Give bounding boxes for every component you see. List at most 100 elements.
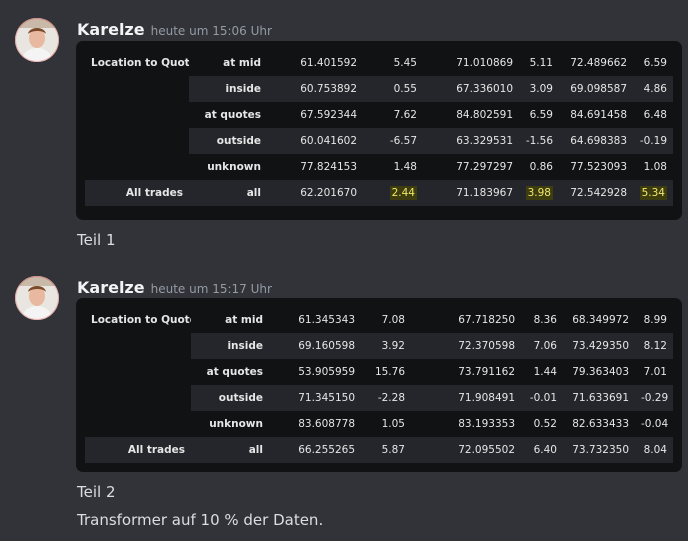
table-row: All trades all 62.201670 2.44 71.183967 … [85,180,673,206]
table-row: Location to Quote at mid 61.401592 5.45 … [85,50,673,76]
total-label: All trades [85,180,189,206]
cell: 53.905959 [298,366,355,378]
row-label: at mid [225,314,263,326]
row-label: outside [189,128,267,154]
row-label: outside [191,385,269,411]
row-label: inside [189,76,267,102]
table-row: at quotes 67.592344 7.62 84.802591 6.59 … [85,102,673,128]
cell: -0.29 [635,385,673,411]
row-label: at quotes [204,109,261,121]
avatar[interactable] [15,18,59,62]
row-label: unknown [207,161,261,173]
cell: 3.09 [519,76,559,102]
cell: 67.718250 [458,314,515,326]
cell: -0.19 [633,128,673,154]
message-header: Karelze heute um 15:06 Uhr [77,20,272,39]
cell: 0.86 [529,161,553,173]
cell: 4.86 [633,76,673,102]
cell: -0.01 [521,385,563,411]
row-label: unknown [209,418,263,430]
highlighted-value: 5.34 [639,186,667,200]
cell: 7.01 [643,366,667,378]
cell: 6.59 [643,57,667,69]
row-label: at mid [223,57,261,69]
cell: 8.04 [635,437,673,463]
cell: 84.691458 [570,109,627,121]
cell: 73.732350 [563,437,635,463]
highlighted-value: 2.44 [389,186,417,200]
row-label: all [189,180,267,206]
cell: 72.095502 [411,437,521,463]
cell: 72.542928 [559,180,633,206]
cell: 7.06 [521,333,563,359]
cell: 68.349972 [572,314,629,326]
cell: -6.57 [363,128,423,154]
cell: 82.633433 [572,418,629,430]
message-text: Teil 1 [77,231,116,249]
message-text: Transformer auf 10 % der Daten. [77,511,324,529]
cell: 66.255265 [269,437,361,463]
cell: -1.56 [519,128,559,154]
cell: 69.098587 [559,76,633,102]
cell: -2.28 [361,385,411,411]
cell: 0.52 [533,418,557,430]
group-label: Location to Quote [91,57,189,69]
table-image[interactable]: Location to Quote at mid 61.401592 5.45 … [76,41,682,220]
cell: 64.698383 [559,128,633,154]
cell: 61.345343 [298,314,355,326]
timestamp: heute um 15:17 Uhr [150,282,272,296]
avatar[interactable] [15,276,59,320]
cell: 8.99 [643,314,667,326]
username[interactable]: Karelze [77,20,145,39]
cell: 79.363403 [572,366,629,378]
cell: 62.201670 [267,180,363,206]
cell: 71.010869 [456,57,513,69]
cell: 8.12 [635,333,673,359]
message-text: Teil 2 [77,483,116,501]
cell: 2.44 [363,180,423,206]
username[interactable]: Karelze [77,278,145,297]
cell: 1.05 [381,418,405,430]
cell: 15.76 [374,366,405,378]
group-label: Location to Quote [91,314,191,326]
cell: 3.98 [519,180,559,206]
cell: 83.608778 [298,418,355,430]
results-table: Location to Quote at mid 61.345343 7.08 … [85,307,673,463]
cell: -0.04 [641,418,669,430]
table-row: outside 71.345150 -2.28 71.908491 -0.01 … [85,385,673,411]
table-row: unknown 77.824153 1.48 77.297297 0.86 77… [85,154,673,180]
total-label: All trades [85,437,191,463]
highlighted-value: 3.98 [525,186,553,200]
cell: 77.297297 [456,161,513,173]
table-row: outside 60.041602 -6.57 63.329531 -1.56 … [85,128,673,154]
results-table: Location to Quote at mid 61.401592 5.45 … [85,50,673,206]
cell: 8.36 [533,314,557,326]
row-label: inside [191,333,269,359]
cell: 7.08 [381,314,405,326]
cell: 3.92 [361,333,411,359]
cell: 73.429350 [563,333,635,359]
cell: 5.11 [529,57,553,69]
cell: 5.34 [633,180,673,206]
cell: 71.345150 [269,385,361,411]
cell: 71.183967 [423,180,519,206]
cell: 63.329531 [423,128,519,154]
table-row: inside 60.753892 0.55 67.336010 3.09 69.… [85,76,673,102]
cell: 5.45 [393,57,417,69]
cell: 7.62 [393,109,417,121]
cell: 1.44 [533,366,557,378]
cell: 1.48 [393,161,417,173]
cell: 71.908491 [411,385,521,411]
table-image[interactable]: Location to Quote at mid 61.345343 7.08 … [76,298,682,472]
cell: 77.824153 [300,161,357,173]
table-row: All trades all 66.255265 5.87 72.095502 … [85,437,673,463]
cell: 60.041602 [267,128,363,154]
row-label: at quotes [206,366,263,378]
cell: 67.592344 [300,109,357,121]
cell: 73.791162 [458,366,515,378]
cell: 69.160598 [269,333,361,359]
cell: 0.55 [363,76,423,102]
row-label: all [191,437,269,463]
cell: 84.802591 [456,109,513,121]
cell: 61.401592 [300,57,357,69]
